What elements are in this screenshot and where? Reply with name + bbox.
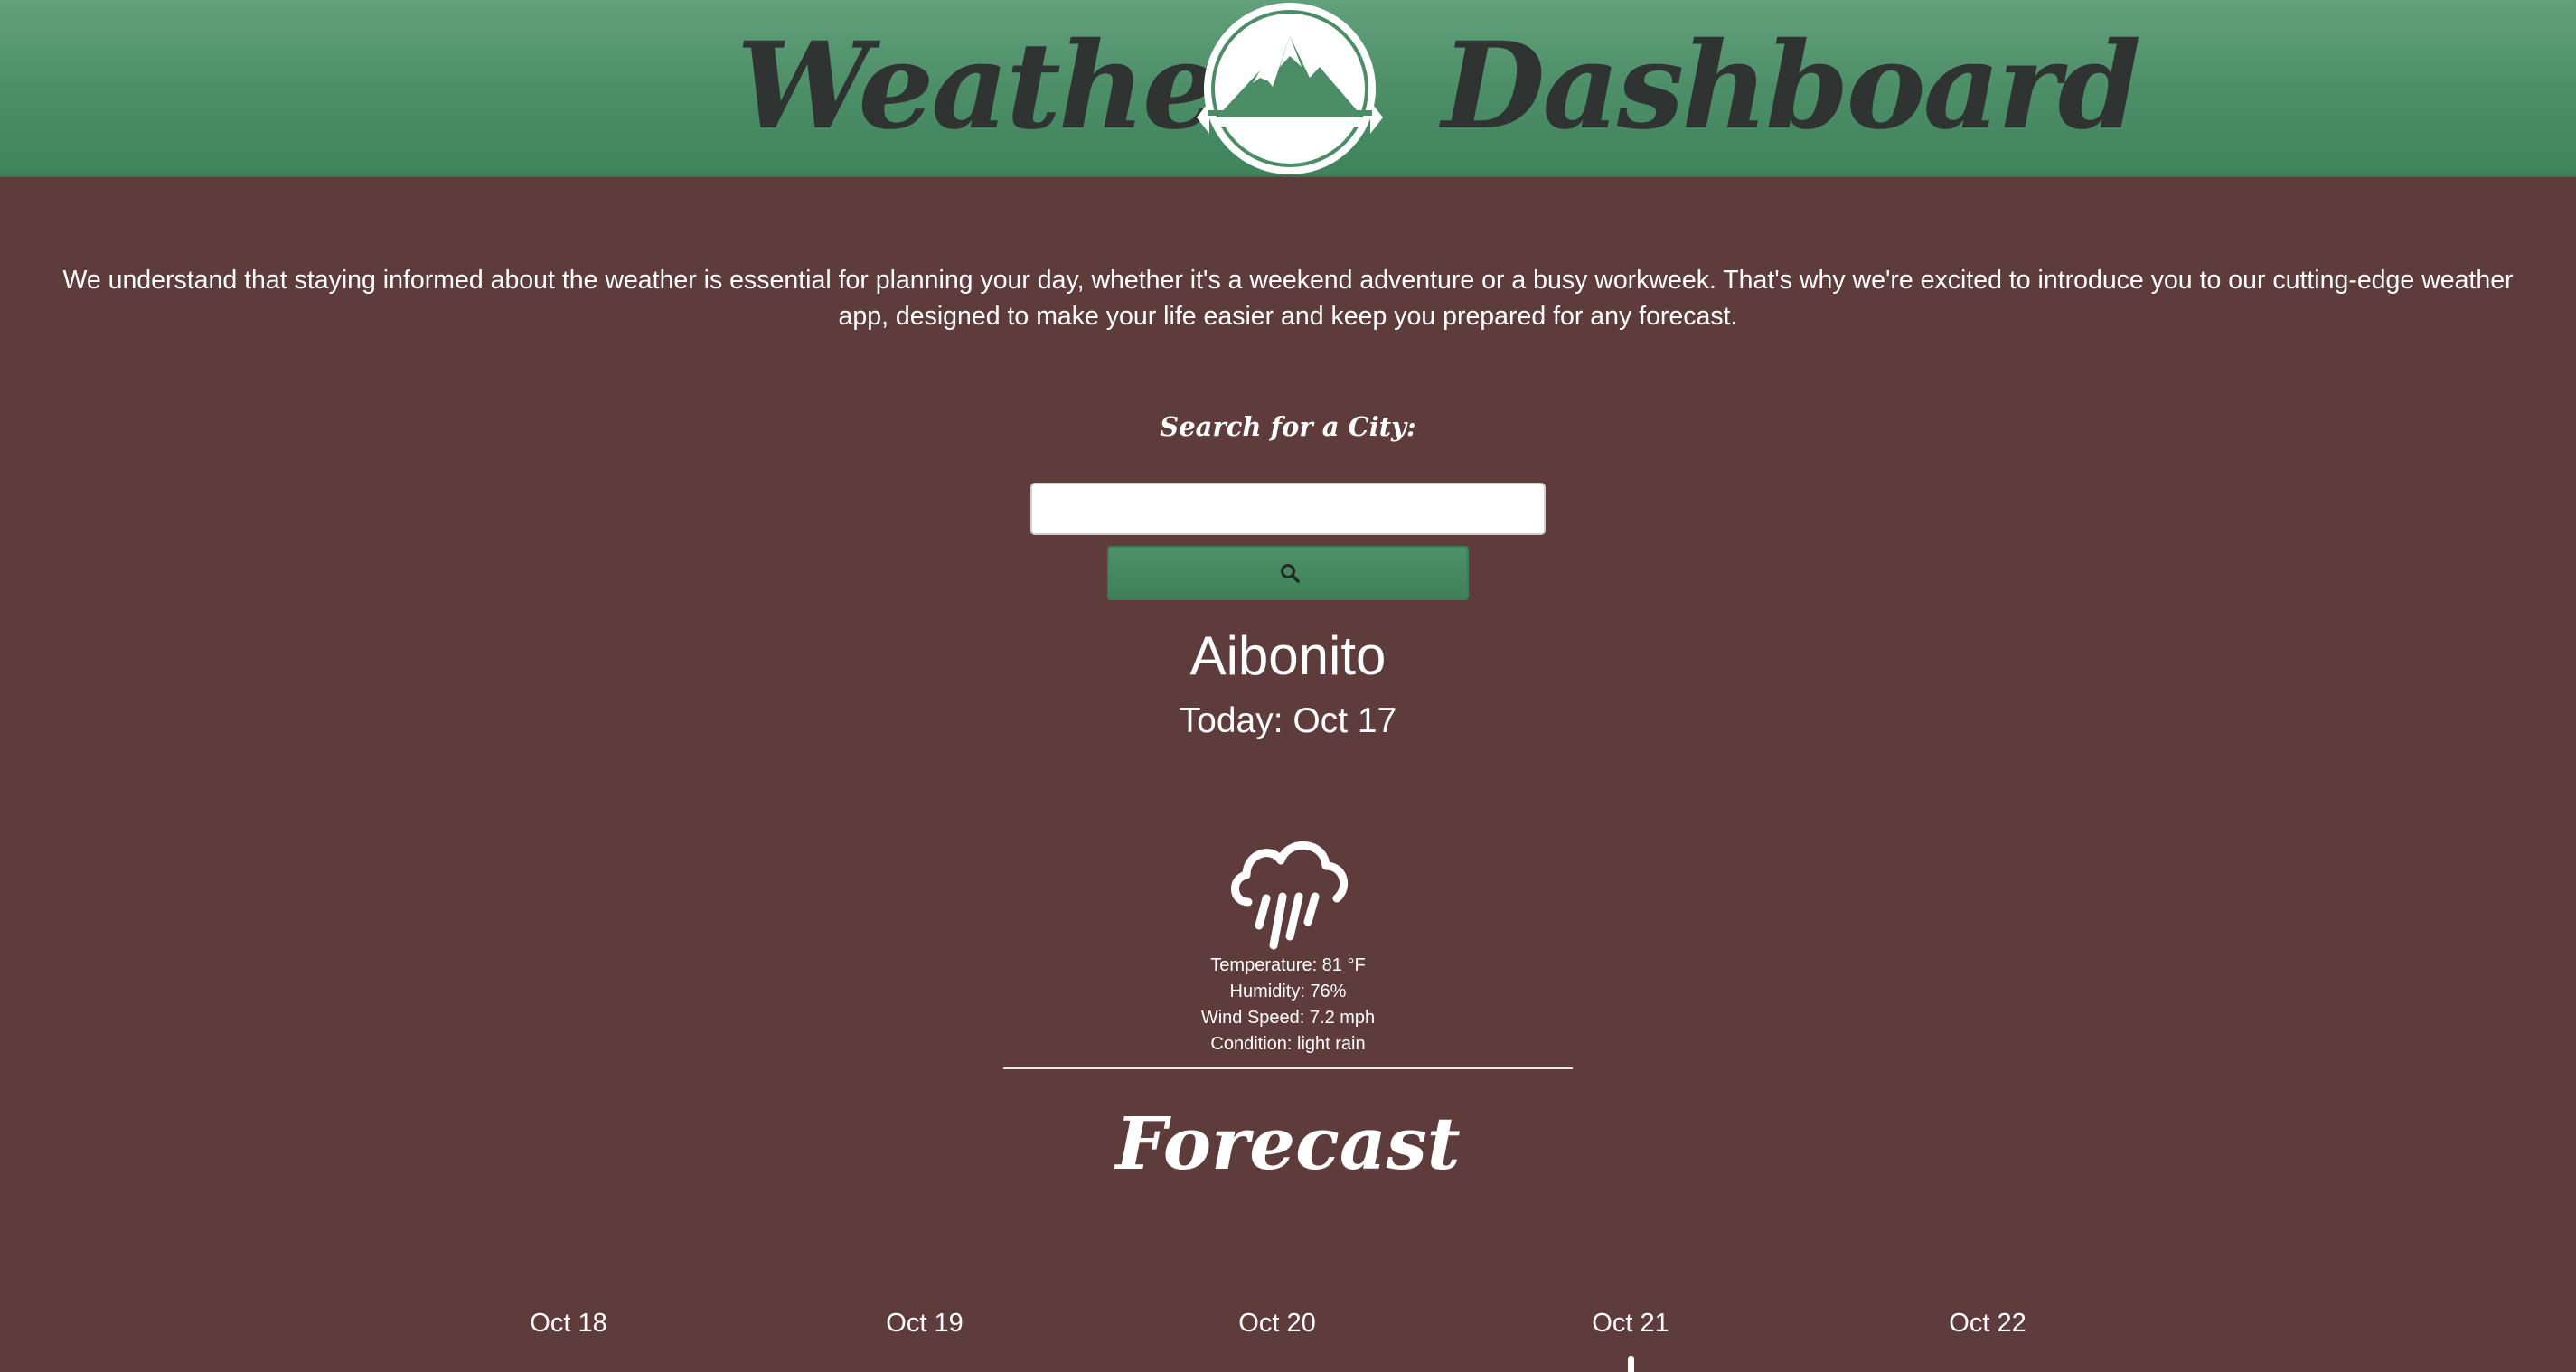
title-word-dashboard: Dashboard [1442,16,2141,156]
condition-text: Condition: light rain [1210,1034,1366,1054]
city-name: Aibonito [1189,625,1387,686]
today-date: Today: Oct 17 [1179,701,1397,740]
search-button[interactable] [1107,546,1469,600]
wind-speed-text: Wind Speed: 7.2 mph [1200,1008,1376,1028]
search-icon [1281,564,1300,583]
forecast-heading: Forecast [1115,1101,1461,1186]
section-divider [1003,1067,1573,1069]
intro-paragraph: We understand that staying informed abou… [62,266,2514,331]
header-banner: Weather Dashboard [0,0,2576,177]
search-label: Search for a City: [1160,411,1416,442]
forecast-day-date: Oct 20 [1238,1309,1316,1338]
humidity-text: Humidity: 76% [1229,982,1347,1001]
forecast-day-date: Oct 21 [1592,1309,1669,1338]
forecast-day-date: Oct 19 [886,1309,964,1338]
current-weather-stats: Temperature: 81 °F Humidity: 76% Wind Sp… [0,953,2576,1057]
forecast-icon-partial [1628,1356,1634,1372]
search-input[interactable] [1030,483,1546,535]
forecast-day-date: Oct 18 [530,1309,607,1338]
temperature-text: Temperature: 81 °F [1210,955,1366,975]
mountain-logo-icon [1197,3,1383,174]
forecast-day-date: Oct 22 [1949,1309,2026,1338]
rain-cloud-icon [1231,841,1349,950]
